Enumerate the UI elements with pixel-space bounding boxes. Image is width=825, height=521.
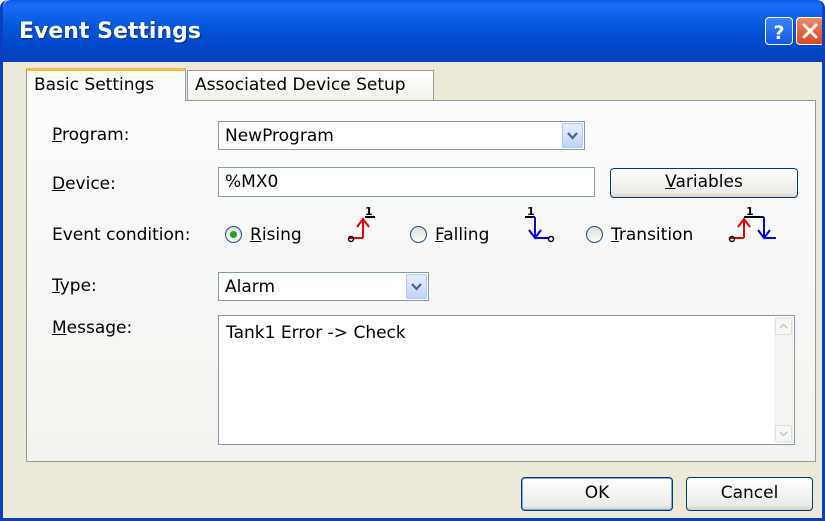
svg-text:?: ?	[773, 22, 784, 44]
type-label: Type:	[52, 276, 97, 296]
window-title: Event Settings	[19, 19, 201, 44]
message-textarea[interactable]: Tank1 Error -> Check	[218, 315, 795, 445]
variables-button[interactable]: Variables	[610, 168, 798, 198]
close-button[interactable]	[796, 17, 822, 45]
tab-associated-device-setup[interactable]: Associated Device Setup	[187, 70, 434, 100]
event-settings-dialog: Event Settings ? Basic Settings Associat…	[0, 0, 825, 521]
basic-settings-panel: Program: NewProgram Device: %MX0 Variabl…	[26, 100, 816, 462]
falling-edge-icon: 1	[525, 205, 555, 243]
dialog-body: Basic Settings Associated Device Setup P…	[6, 62, 822, 518]
cancel-button[interactable]: Cancel	[686, 477, 813, 511]
ok-button[interactable]: OK	[521, 477, 673, 511]
device-value: %MX0	[225, 172, 279, 192]
type-value: Alarm	[225, 277, 276, 297]
falling-label[interactable]: Falling	[435, 225, 489, 245]
transition-radio[interactable]	[586, 226, 603, 243]
tab-basic-settings[interactable]: Basic Settings	[26, 68, 186, 101]
program-combo[interactable]: NewProgram	[218, 121, 585, 150]
device-label: Device:	[52, 174, 116, 194]
question-mark-icon: ?	[773, 22, 784, 44]
close-x-icon	[802, 23, 818, 39]
program-label: Program:	[52, 125, 130, 145]
rising-edge-icon: 1	[347, 205, 375, 243]
help-button[interactable]: ?	[765, 17, 793, 45]
falling-radio[interactable]	[410, 226, 427, 243]
message-value: Tank1 Error -> Check	[226, 323, 406, 343]
program-label-rest: rogram:	[61, 125, 130, 145]
type-combo[interactable]: Alarm	[218, 272, 429, 301]
radio-selected-dot	[230, 231, 237, 238]
rising-radio[interactable]	[225, 226, 242, 243]
transition-edge-icon: 1	[728, 205, 776, 243]
program-value: NewProgram	[225, 126, 334, 146]
scroll-down-button[interactable]	[775, 425, 792, 442]
device-input[interactable]: %MX0	[218, 167, 595, 197]
message-scrollbar[interactable]	[774, 317, 793, 443]
rising-label[interactable]: Rising	[250, 225, 302, 245]
title-bar[interactable]: Event Settings ?	[3, 0, 822, 62]
message-label: Message:	[52, 318, 133, 338]
scroll-up-button[interactable]	[775, 318, 792, 335]
transition-label[interactable]: Transition	[611, 225, 693, 245]
chevron-down-icon[interactable]	[562, 123, 583, 148]
event-condition-label: Event condition:	[52, 225, 191, 245]
chevron-down-icon[interactable]	[406, 274, 427, 299]
